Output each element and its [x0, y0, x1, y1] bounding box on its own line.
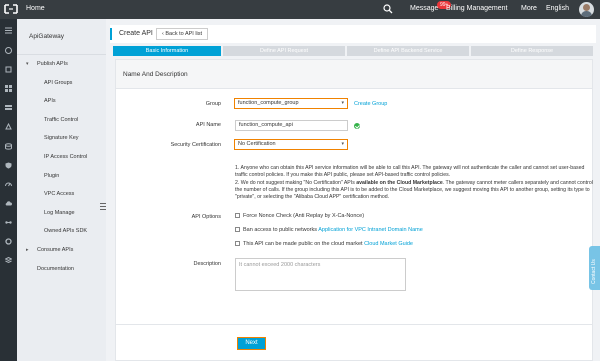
description-textarea[interactable]: It cannot exceed 2000 characters [235, 258, 406, 291]
database-icon[interactable] [5, 143, 12, 150]
sidebar-title: ApiGateway [29, 33, 65, 40]
sidebar-item-ip-access-control[interactable]: IP Access Control [44, 154, 87, 160]
sidebar-item-vpc-access[interactable]: VPC Access [44, 191, 74, 197]
contact-us-tab[interactable]: Contact Us [589, 246, 600, 290]
sidebar-item-api-groups[interactable]: API Groups [44, 80, 72, 86]
gauge-icon[interactable] [5, 181, 12, 188]
cloud-icon[interactable] [5, 200, 12, 207]
layers-icon[interactable] [5, 257, 12, 264]
ban-public-access-option[interactable]: Ban access to public networks Applicatio… [235, 227, 423, 233]
sidebar-item-log-manage[interactable]: Log Manage [44, 210, 75, 216]
force-nonce-label: Force Nonce Check (Anti Replay by X-Ca-N… [243, 213, 365, 219]
sidebar-item-apis[interactable]: APIs [44, 98, 56, 104]
step-basic-information: Basic Information [113, 46, 221, 56]
cloud-market-guide-link[interactable]: Cloud Market Guide [364, 241, 413, 247]
network-icon[interactable] [5, 123, 12, 130]
valid-check-icon [354, 123, 360, 129]
cloud-market-checkbox[interactable] [235, 241, 240, 246]
create-group-link[interactable]: Create Group [354, 101, 387, 107]
description-label: Description [193, 261, 221, 267]
group-select[interactable]: function_compute_group ▾ [234, 98, 348, 109]
avatar[interactable] [579, 2, 594, 17]
api-name-input[interactable]: function_compute_api [235, 120, 348, 131]
settings-icon[interactable] [5, 238, 12, 245]
page-header: Create API ‹ Back to API list [110, 25, 596, 43]
note-2: 2. We do not suggest making "No Certific… [235, 180, 595, 202]
sidebar-item-traffic-control[interactable]: Traffic Control [44, 117, 78, 123]
language-selector[interactable]: English [546, 5, 569, 12]
panel-header: Name And Description [116, 60, 592, 89]
billing-management-link[interactable]: Billing Management [446, 5, 507, 12]
step-progress: Basic Information Define API Request Def… [113, 46, 593, 56]
api-name-value: function_compute_api [239, 122, 293, 128]
step-define-api-request: Define API Request [223, 46, 345, 56]
top-bar: Home Message 99+ Billing Management More… [0, 0, 600, 19]
group-label: Group [205, 101, 221, 107]
security-certification-select[interactable]: No Certification ▾ [234, 139, 348, 150]
back-label: Back to API list [165, 31, 203, 37]
certification-notes: 1. Anyone who can obtain this API servic… [235, 165, 595, 201]
security-certification-value: No Certification [238, 141, 276, 147]
step-define-response: Define Response [471, 46, 593, 56]
expand-icon[interactable]: ▾ [26, 61, 29, 67]
sidebar-item-owned-apis-sdk[interactable]: Owned APIs SDK [44, 228, 87, 234]
more-menu[interactable]: More [521, 5, 537, 12]
sidebar-item-publish-apis[interactable]: Publish APIs [37, 61, 68, 67]
alibaba-cloud-logo[interactable] [4, 3, 18, 15]
connector-icon[interactable] [5, 219, 12, 226]
server-icon[interactable] [5, 104, 12, 111]
chevron-down-icon: ▾ [341, 100, 344, 106]
grid-icon[interactable] [5, 85, 12, 92]
api-name-label: API Name [195, 122, 221, 128]
cloud-market-label: This API can be made public on the cloud… [243, 241, 363, 247]
description-placeholder: It cannot exceed 2000 characters [239, 262, 321, 268]
collapse-arrow-icon[interactable]: ▸ [26, 247, 29, 253]
menu-icon[interactable] [5, 27, 12, 34]
cube-icon[interactable] [5, 66, 12, 73]
group-select-value: function_compute_group [238, 100, 299, 106]
sidebar: ApiGateway ▾ Publish APIs API Groups API… [17, 19, 106, 361]
search-icon[interactable] [383, 4, 393, 14]
next-button[interactable]: Next [237, 337, 266, 350]
dashboard-icon[interactable] [5, 47, 12, 54]
contact-us-label: Contact Us [591, 259, 597, 284]
note-2-emphasis: available on the Cloud Marketplace [356, 179, 443, 186]
shield-icon[interactable] [5, 162, 12, 169]
note-1: 1. Anyone who can obtain this API servic… [235, 165, 585, 179]
back-to-api-list-button[interactable]: ‹ Back to API list [156, 28, 209, 40]
sidebar-item-plugin[interactable]: Plugin [44, 173, 59, 179]
message-link[interactable]: Message [410, 5, 438, 12]
divider [17, 54, 106, 55]
vpc-domain-application-link[interactable]: Application for VPC Intranet Domain Name [318, 227, 423, 233]
sidebar-item-consume-apis[interactable]: Consume APIs [37, 247, 73, 253]
form-footer: Next [115, 324, 593, 361]
cloud-market-option[interactable]: This API can be made public on the cloud… [235, 241, 413, 247]
product-icon-rail [0, 19, 17, 361]
api-options-label: API Options [191, 214, 221, 220]
page-title: Create API [119, 30, 153, 37]
force-nonce-checkbox[interactable] [235, 213, 240, 218]
sidebar-item-documentation[interactable]: Documentation [37, 266, 74, 272]
home-link[interactable]: Home [26, 5, 45, 12]
header-accent [110, 28, 112, 40]
force-nonce-option[interactable]: Force Nonce Check (Anti Replay by X-Ca-N… [235, 213, 364, 219]
panel-title: Name And Description [123, 71, 188, 78]
chevron-down-icon: ▾ [341, 141, 344, 147]
sidebar-item-signature-key[interactable]: Signature Key [44, 135, 79, 141]
note-2-part-a: 2. We do not suggest making "No Certific… [235, 179, 357, 186]
security-certification-label: Security Certification [170, 142, 221, 148]
step-define-backend-service: Define API Backend Service [347, 46, 469, 56]
ban-public-access-checkbox[interactable] [235, 227, 240, 232]
ban-public-access-label: Ban access to public networks [243, 227, 317, 233]
